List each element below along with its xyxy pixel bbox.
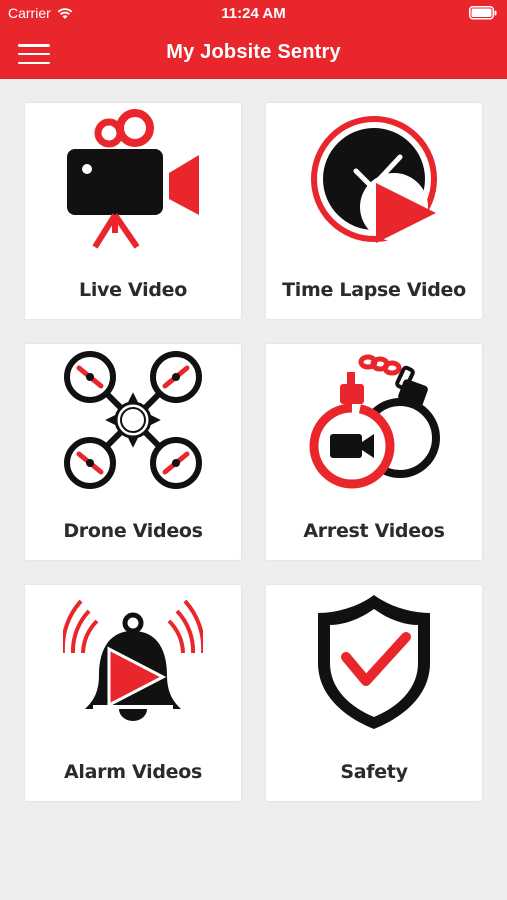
tile-label: Safety <box>340 761 408 783</box>
safety-shield-icon <box>318 595 430 729</box>
tile-label: Arrest Videos <box>303 520 445 542</box>
drone-icon <box>64 351 202 489</box>
tile-live-video[interactable]: Live Video <box>25 103 241 319</box>
tile-arrest-videos[interactable]: Arrest Videos <box>266 344 482 560</box>
time-lapse-clock-icon <box>311 116 437 243</box>
tile-label: Drone Videos <box>63 520 203 542</box>
tile-grid: Live Video Time Lapse Video Drone Videos… <box>0 79 507 900</box>
tile-label: Live Video <box>79 279 187 301</box>
alarm-bell-icon <box>63 599 203 721</box>
tile-alarm-videos[interactable]: Alarm Videos <box>25 585 241 801</box>
video-camera-icon <box>67 109 199 249</box>
tile-label: Time Lapse Video <box>282 279 466 301</box>
handcuffs-icon <box>309 354 440 489</box>
status-time: 11:24 AM <box>221 5 286 22</box>
tile-label: Alarm Videos <box>64 761 202 783</box>
tile-safety[interactable]: Safety <box>266 585 482 801</box>
battery-icon <box>469 6 497 20</box>
tile-drone-videos[interactable]: Drone Videos <box>25 344 241 560</box>
page-title: My Jobsite Sentry <box>166 41 341 63</box>
app-header: My Jobsite Sentry <box>0 28 507 79</box>
tile-time-lapse-video[interactable]: Time Lapse Video <box>266 103 482 319</box>
status-bar: Carrier 11:24 AM <box>0 0 507 28</box>
